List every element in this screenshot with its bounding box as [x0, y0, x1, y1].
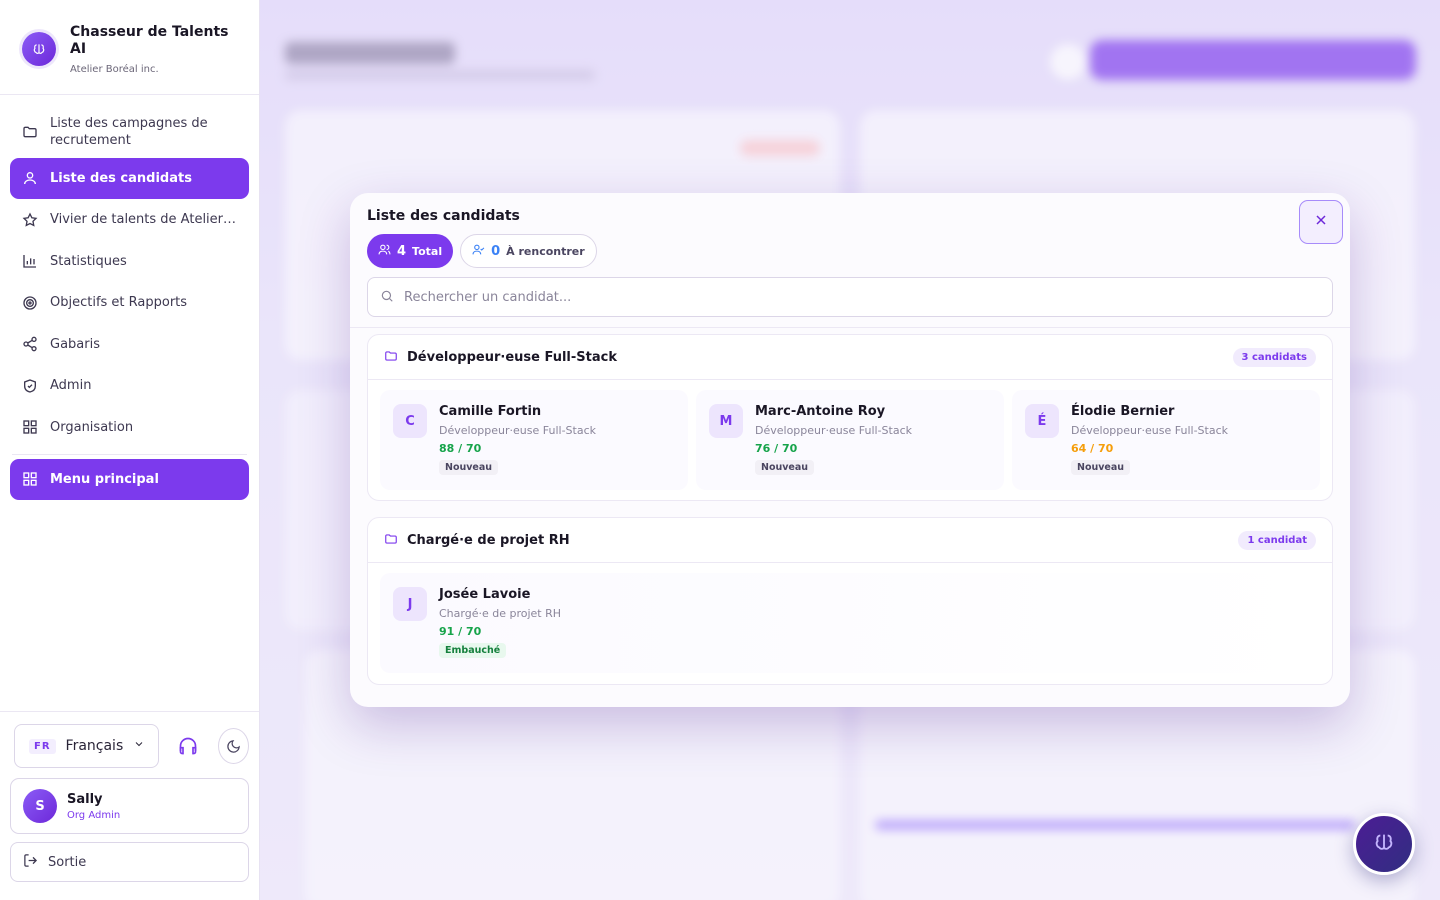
candidate-job: Développeur·euse Full-Stack: [1071, 424, 1228, 437]
brain-logo-icon: [22, 32, 56, 66]
campaign-group: Développeur·euse Full-Stack 3 candidats …: [367, 334, 1333, 501]
close-icon: [1313, 212, 1329, 232]
user-icon: [22, 170, 38, 186]
logout-icon: [23, 853, 38, 872]
star-icon: [22, 211, 38, 228]
logout-label: Sortie: [48, 854, 87, 870]
chip-to-meet[interactable]: 0 À rencontrer: [460, 234, 597, 268]
chip-total-label: Total: [412, 244, 443, 258]
candidate-job: Chargé·e de projet RH: [439, 607, 562, 620]
sidebar-item-label: Objectifs et Rapports: [50, 295, 188, 310]
brand: Chasseur de Talents AI Atelier Boréal in…: [0, 0, 259, 95]
candidate-count-badge: 1 candidat: [1238, 530, 1316, 550]
users-icon: [378, 243, 391, 259]
candidate-card[interactable]: J Josée Lavoie Chargé·e de projet RH 91 …: [380, 573, 1320, 673]
shield-icon: [22, 378, 38, 394]
candidate-avatar: J: [393, 587, 427, 621]
user-name: Sally: [67, 791, 103, 807]
candidate-name: Élodie Bernier: [1071, 404, 1175, 419]
candidate-job: Développeur·euse Full-Stack: [755, 424, 912, 437]
sidebar-item-label: Statistiques: [50, 253, 127, 269]
chevron-down-icon: [133, 738, 145, 754]
grid-icon: [22, 419, 38, 435]
sidebar-item-talent-pool[interactable]: Vivier de talents de Atelier…: [10, 199, 249, 240]
grid-icon: [22, 471, 38, 487]
sidebar-item-candidates[interactable]: Liste des candidats: [10, 157, 249, 199]
moon-icon[interactable]: [217, 728, 249, 764]
assistant-button[interactable]: [1353, 813, 1415, 875]
sidebar-item-label: Liste des candidats: [50, 170, 192, 186]
candidate-count-badge: 3 candidats: [1232, 347, 1316, 367]
campaign-name: Chargé·e de projet RH: [407, 532, 570, 548]
candidate-score: 64 / 70: [1071, 442, 1114, 455]
search-field[interactable]: [367, 277, 1333, 317]
user-role: Org Admin: [67, 809, 121, 821]
sidebar-item-campaigns[interactable]: Liste des campagnes de recrutement: [10, 107, 249, 157]
language-select[interactable]: FR Français: [14, 724, 159, 768]
sidebar-item-admin[interactable]: Admin: [10, 365, 249, 406]
language-label: Français: [65, 738, 124, 754]
sidebar-item-goals[interactable]: Objectifs et Rapports: [10, 282, 249, 323]
modal-title: Liste des candidats: [367, 208, 520, 224]
logout-button[interactable]: Sortie: [10, 842, 249, 882]
candidates-modal: Liste des candidats 4 Total 0 À rencontr…: [350, 193, 1350, 707]
chip-total-count: 4: [397, 243, 407, 259]
sidebar-item-label: Admin: [50, 378, 92, 393]
divider: [12, 453, 247, 455]
share-icon: [22, 336, 38, 352]
status-badge: Nouveau: [439, 460, 499, 475]
language-code: FR: [29, 738, 56, 754]
avatar: S: [23, 789, 57, 823]
sidebar: Chasseur de Talents AI Atelier Boréal in…: [0, 0, 260, 900]
close-button[interactable]: [1299, 200, 1343, 244]
candidate-card[interactable]: É Élodie Bernier Développeur·euse Full-S…: [1012, 390, 1320, 490]
sidebar-item-label: Gabaris: [50, 336, 100, 352]
search-input[interactable]: [404, 289, 1320, 305]
search-icon: [380, 288, 394, 307]
chip-to-meet-label: À rencontrer: [506, 244, 585, 258]
sidebar-footer: FR Français S Sally Org Admin Sortie: [0, 711, 259, 900]
candidate-name: Josée Lavoie: [439, 587, 531, 602]
sidebar-item-label: Vivier de talents de Atelier…: [50, 212, 237, 227]
company-name: Atelier Boréal inc.: [70, 64, 159, 75]
status-badge: Embauché: [439, 643, 507, 658]
main-menu-label: Menu principal: [50, 471, 159, 487]
user-card[interactable]: S Sally Org Admin: [10, 778, 249, 834]
candidate-score: 76 / 70: [755, 442, 798, 455]
brand-name: Chasseur de Talents AI: [70, 24, 229, 57]
status-badge: Nouveau: [755, 460, 815, 475]
divider: [350, 327, 1350, 328]
candidate-job: Développeur·euse Full-Stack: [439, 424, 596, 437]
folder-icon: [22, 124, 38, 140]
candidate-card[interactable]: C Camille Fortin Développeur·euse Full-S…: [380, 390, 688, 490]
candidate-name: Marc-Antoine Roy: [755, 404, 886, 419]
candidate-avatar: M: [709, 404, 743, 438]
filter-chips: 4 Total 0 À rencontrer: [367, 234, 1333, 268]
candidate-avatar: É: [1025, 404, 1059, 438]
campaign-name: Développeur·euse Full-Stack: [407, 349, 617, 365]
candidate-name: Camille Fortin: [439, 404, 542, 419]
sidebar-item-organisation[interactable]: Organisation: [10, 407, 249, 448]
candidate-avatar: C: [393, 404, 427, 438]
main-menu-button[interactable]: Menu principal: [10, 458, 249, 500]
candidate-score: 91 / 70: [439, 625, 482, 638]
status-badge: Nouveau: [1071, 460, 1131, 475]
bar-chart-icon: [22, 253, 38, 269]
sidebar-item-label: Liste des campagnes de recrutement: [50, 116, 208, 148]
folder-icon: [384, 348, 398, 367]
candidate-score: 88 / 70: [439, 442, 482, 455]
chip-to-meet-count: 0: [491, 243, 501, 259]
target-icon: [22, 295, 38, 311]
sidebar-nav: Liste des campagnes de recrutement Liste…: [0, 95, 259, 500]
campaign-group: Chargé·e de projet RH 1 candidat J Josée…: [367, 517, 1333, 685]
user-check-icon: [472, 243, 485, 259]
headphones-icon[interactable]: [173, 728, 204, 764]
brain-icon: [1373, 831, 1395, 857]
chip-total[interactable]: 4 Total: [367, 234, 454, 268]
candidate-card[interactable]: M Marc-Antoine Roy Développeur·euse Full…: [696, 390, 1004, 490]
folder-icon: [384, 531, 398, 550]
sidebar-item-templates[interactable]: Gabaris: [10, 324, 249, 365]
sidebar-item-statistics[interactable]: Statistiques: [10, 241, 249, 282]
sidebar-item-label: Organisation: [50, 419, 134, 435]
